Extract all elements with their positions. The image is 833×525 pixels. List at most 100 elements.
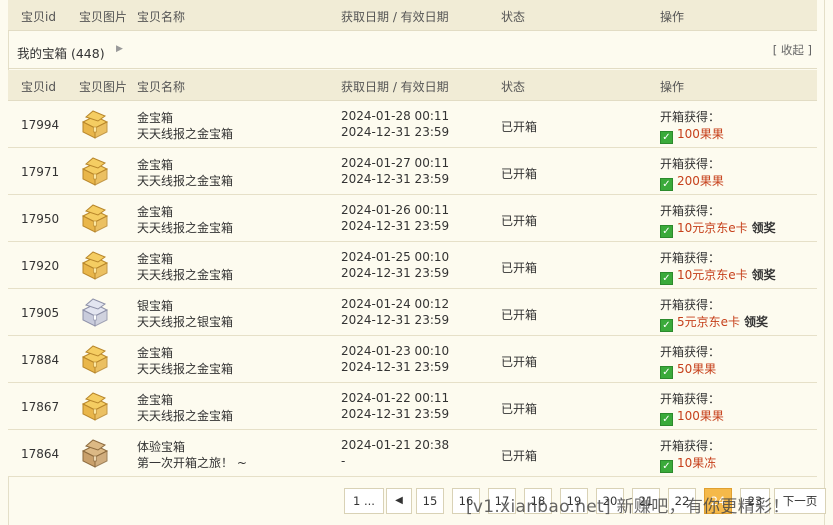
prize-line: ✓ 10果冻 xyxy=(660,454,716,473)
chest-source: 天天线报之金宝箱 xyxy=(137,127,234,141)
status-text: 已开箱 xyxy=(501,449,538,463)
prize-text: 50果果 xyxy=(677,362,717,376)
section-header: 我的宝箱 (448) ▶ [ 收起 ] xyxy=(8,37,817,69)
chest-source: 第一次开箱之旅！ ~ xyxy=(137,456,247,470)
col-name: 宝贝名称 xyxy=(137,10,186,24)
chest-id: 17950 xyxy=(21,212,60,226)
expiry-date: 2024-12-31 23:59 xyxy=(341,219,450,233)
result-label: 开箱获得： xyxy=(660,392,721,406)
check-icon: ✓ xyxy=(660,225,673,238)
chest-name: 银宝箱 xyxy=(137,299,174,313)
obtained-date: 2024-01-22 00:11 xyxy=(341,391,450,405)
status-text: 已开箱 xyxy=(501,402,538,416)
col-status: 状态 xyxy=(501,80,526,94)
col-image: 宝贝图片 xyxy=(79,80,128,94)
table-row: 17867 金宝箱 天天线报之金宝箱 2024-01-22 00:11 2024-12-… xyxy=(8,383,817,430)
obtained-date: 2024-01-25 00:10 xyxy=(341,250,450,264)
claim-link[interactable]: 领奖 xyxy=(744,315,768,329)
table-header: 宝贝id 宝贝图片 宝贝名称 获取日期 / 有效日期 状态 操作 xyxy=(8,70,817,101)
obtained-date: 2024-01-27 00:11 xyxy=(341,156,450,170)
table-row: 17920 金宝箱 天天线报之金宝箱 2024-01-25 00:10 2024-12-… xyxy=(8,242,817,289)
col-name: 宝贝名称 xyxy=(137,80,186,94)
result-label: 开箱获得： xyxy=(660,298,721,312)
check-icon: ✓ xyxy=(660,413,673,426)
status-text: 已开箱 xyxy=(501,120,538,134)
expiry-date: 2024-12-31 23:59 xyxy=(341,407,450,421)
check-icon: ✓ xyxy=(660,319,673,332)
col-action: 操作 xyxy=(660,10,685,24)
chest-id: 17867 xyxy=(21,400,60,414)
table-row: 17950 金宝箱天天线报之金宝箱 2024-01-26 00:11 2024-12-… xyxy=(8,195,817,242)
chest-id: 17971 xyxy=(21,165,60,179)
prize-text: 10元京东e卡 xyxy=(677,221,748,235)
col-dates: 获取日期 / 有效日期 xyxy=(341,10,449,24)
chest-id: 17905 xyxy=(21,306,60,320)
collapse-link[interactable]: [ 收起 ] xyxy=(773,42,812,58)
prize-text: 10果冻 xyxy=(677,456,717,470)
status-text: 已开箱 xyxy=(501,308,538,322)
chest-id: 17884 xyxy=(21,353,60,367)
prev-page-icon[interactable]: ◀ xyxy=(386,488,412,514)
gold-chest-icon xyxy=(79,249,111,281)
chest-id: 17994 xyxy=(21,118,60,132)
chest-source: 天天线报之银宝箱 xyxy=(137,315,234,329)
chest-name: 金宝箱 xyxy=(137,346,174,360)
claim-link[interactable]: 领奖 xyxy=(752,268,776,282)
chest-id: 17920 xyxy=(21,259,60,273)
watermark: [v1.xianbao.net] 新赚吧，有你更精彩！ xyxy=(466,497,790,517)
status-text: 已开箱 xyxy=(501,261,538,275)
table-row: 17905 银宝箱天天线报之银宝箱 2024-01-24 00:12 2024-12-… xyxy=(8,289,817,336)
table-row: 17994 金宝箱天天线报之金宝箱 2024-01-28 00:11 2024-12-… xyxy=(8,101,817,148)
col-id: 宝贝id xyxy=(21,10,56,24)
prize-text: 100果果 xyxy=(677,127,724,141)
chest-id: 17864 xyxy=(21,447,60,461)
chest-name: 金宝箱 xyxy=(137,111,174,125)
table-row: 17884 金宝箱 天天线报之金宝箱 2024-01-23 00:10 2024-12-… xyxy=(8,336,817,383)
prize-line: ✓ 200果果 xyxy=(660,172,724,191)
chest-name: 体验宝箱 xyxy=(137,440,186,454)
chest-source: 天天线报之金宝箱 xyxy=(137,362,234,376)
prize-line: ✓ 10元京东e卡 领奖 xyxy=(660,219,776,238)
result-label: 开箱获得： xyxy=(660,157,721,171)
status-text: 已开箱 xyxy=(501,214,538,228)
gold-chest-icon xyxy=(79,108,111,140)
chest-source: 天天线报之金宝箱 xyxy=(137,221,234,235)
expiry-date: 2024-12-31 23:59 xyxy=(341,313,450,327)
prize-text: 5元京东e卡 xyxy=(677,315,741,329)
result-label: 开箱获得： xyxy=(660,110,721,124)
silver-chest-icon xyxy=(79,296,111,328)
result-label: 开箱获得： xyxy=(660,251,721,265)
prize-text: 100果果 xyxy=(677,409,724,423)
check-icon: ✓ xyxy=(660,131,673,144)
prize-text: 10元京东e卡 xyxy=(677,268,748,282)
section-title[interactable]: 我的宝箱 (448) xyxy=(17,43,105,62)
check-icon: ✓ xyxy=(660,366,673,379)
prize-line: ✓ 5元京东e卡 领奖 xyxy=(660,313,768,332)
obtained-date: 2024-01-23 00:10 xyxy=(341,344,450,358)
gold-chest-icon xyxy=(79,202,111,234)
obtained-date: 2024-01-28 00:11 xyxy=(341,109,450,123)
chest-name: 金宝箱 xyxy=(137,205,174,219)
gold-chest-icon xyxy=(79,343,111,375)
check-icon: ✓ xyxy=(660,178,673,191)
table-row: 17971 金宝箱 天天线报之金宝箱 2024-01-27 00:11 2024-12-… xyxy=(8,148,817,195)
result-label: 开箱获得： xyxy=(660,204,721,218)
prize-line: ✓ 50果果 xyxy=(660,360,716,379)
caret-right-icon[interactable]: ▶ xyxy=(116,44,123,54)
claim-link[interactable]: 领奖 xyxy=(752,221,776,235)
page-15[interactable]: 15 xyxy=(416,488,444,514)
prize-line: ✓ 100果果 xyxy=(660,125,724,144)
chest-source: 天天线报之金宝箱 xyxy=(137,409,234,423)
col-action: 操作 xyxy=(660,80,685,94)
check-icon: ✓ xyxy=(660,272,673,285)
expiry-date: 2024-12-31 23:59 xyxy=(341,125,450,139)
page-first[interactable]: 1 ... xyxy=(344,488,384,514)
obtained-date: 2024-01-24 00:12 xyxy=(341,297,450,311)
chest-source: 天天线报之金宝箱 xyxy=(137,268,234,282)
col-image: 宝贝图片 xyxy=(79,10,128,24)
col-status: 状态 xyxy=(501,10,526,24)
gold-chest-icon xyxy=(79,390,111,422)
status-text: 已开箱 xyxy=(501,167,538,181)
expiry-date: - xyxy=(341,454,346,468)
obtained-date: 2024-01-26 00:11 xyxy=(341,203,450,217)
